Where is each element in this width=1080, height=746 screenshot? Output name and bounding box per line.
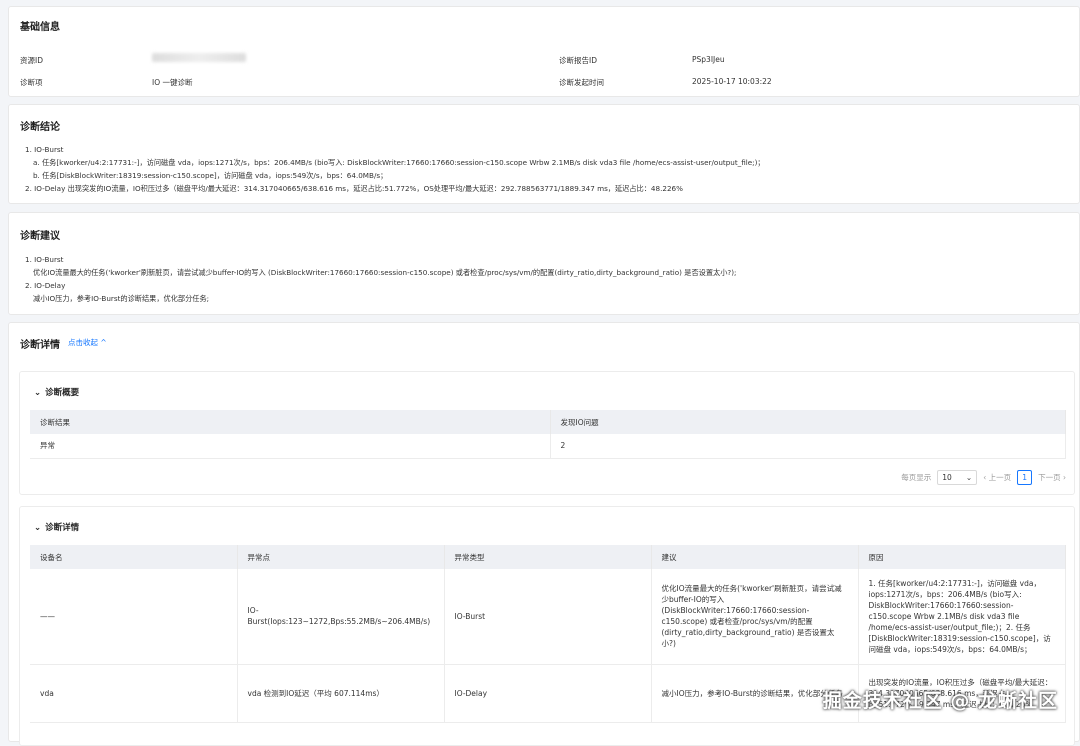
page-size-value: 10	[942, 473, 952, 482]
column-header: 异常类型	[444, 545, 651, 569]
column-header: 诊断结果	[30, 410, 550, 434]
conclusion-lines: 1. IO-Burst a. 任务[kworker/u4:2:17731:-]，…	[25, 143, 1069, 195]
table-row: —— IO-Burst(Iops:123~1272,Bps:55.2MB/s~2…	[30, 569, 1066, 664]
details-header[interactable]: ⌄ 诊断详情	[34, 521, 79, 533]
page-size-label: 每页显示	[901, 472, 931, 483]
diag-item-value: IO 一键诊断	[152, 77, 193, 88]
conclusion-line: b. 任务[DiskBlockWriter:18319:session-c150…	[25, 169, 1069, 182]
next-page-button[interactable]: 下一页 ›	[1038, 472, 1066, 483]
table-cell: IO-Burst(Iops:123~1272,Bps:55.2MB/s~206.…	[237, 569, 444, 664]
advice-card: 诊断建议 1. IO-Burst 优化IO流量最大的任务('kworker'刷新…	[8, 212, 1080, 315]
table-cell: 异常	[30, 434, 550, 458]
overview-header[interactable]: ⌄ 诊断概要	[34, 386, 79, 398]
advice-line: 1. IO-Burst	[25, 253, 1069, 266]
table-cell: 1. 任务[kworker/u4:2:17731:-]，访问磁盘 vda，iop…	[858, 569, 1066, 664]
conclusion-line: 2. IO-Delay 出现突发的IO流量，IO积压过多（磁盘平均/最大延迟：3…	[25, 182, 1069, 195]
conclusion-line: 1. IO-Burst	[25, 143, 1069, 156]
collapse-link[interactable]: 点击收起 ^	[68, 337, 107, 348]
overview-title: 诊断概要	[45, 388, 79, 398]
overview-panel: ⌄ 诊断概要 诊断结果 发现IO问题 异常 2 每页显示 10 ⌄ ‹ 上一页 1 …	[19, 371, 1075, 495]
column-header: 建议	[651, 545, 858, 569]
watermark: 掘金技术社区 @ 龙蜥社区	[823, 686, 1058, 713]
basic-info-title: 基础信息	[20, 18, 60, 33]
advice-line: 2. IO-Delay	[25, 279, 1069, 292]
details-table-title: 诊断详情	[45, 523, 79, 533]
table-cell: 2	[550, 434, 1066, 458]
prev-label: 上一页	[989, 473, 1012, 482]
details-card: 诊断详情 点击收起 ^ ⌄ 诊断概要 诊断结果 发现IO问题 异常 2 每页显示 …	[8, 322, 1080, 742]
start-time-value: 2025-10-17 10:03:22	[692, 77, 772, 86]
page-1-button[interactable]: 1	[1017, 470, 1032, 485]
table-cell: IO-Delay	[444, 664, 651, 722]
column-header: 异常点	[237, 545, 444, 569]
prev-page-button[interactable]: ‹ 上一页	[983, 472, 1011, 483]
details-title: 诊断详情	[20, 336, 60, 351]
overview-table: 诊断结果 发现IO问题 异常 2	[30, 410, 1066, 459]
basic-info-card: 基础信息 资源ID 诊断项 IO 一键诊断 诊断报告ID PSp3IJeu 诊断…	[8, 6, 1080, 97]
table-cell: vda	[30, 664, 237, 722]
conclusion-line: a. 任务[kworker/u4:2:17731:-]，访问磁盘 vda，iop…	[25, 156, 1069, 169]
chevron-down-icon: ⌄	[34, 523, 41, 533]
conclusion-card: 诊断结论 1. IO-Burst a. 任务[kworker/u4:2:1773…	[8, 104, 1080, 204]
conclusion-title: 诊断结论	[20, 118, 60, 133]
report-id-value: PSp3IJeu	[692, 55, 725, 64]
start-time-label: 诊断发起时间	[559, 77, 604, 88]
column-header: 发现IO问题	[550, 410, 1066, 434]
table-row: 异常 2	[30, 434, 1066, 458]
table-cell: IO-Burst	[444, 569, 651, 664]
advice-line: 减小IO压力，参考IO-Burst的诊断结果，优化部分任务;	[25, 292, 1069, 305]
column-header: 设备名	[30, 545, 237, 569]
advice-lines: 1. IO-Burst 优化IO流量最大的任务('kworker'刷新脏页，请尝…	[25, 253, 1069, 305]
pagination: 每页显示 10 ⌄ ‹ 上一页 1 下一页 ›	[901, 470, 1066, 485]
advice-line: 优化IO流量最大的任务('kworker'刷新脏页，请尝试减少buffer-IO…	[25, 266, 1069, 279]
diag-item-label: 诊断项	[20, 77, 43, 88]
resource-id-value	[152, 53, 246, 64]
chevron-down-icon: ⌄	[966, 473, 972, 482]
advice-title: 诊断建议	[20, 227, 60, 242]
report-id-label: 诊断报告ID	[559, 55, 597, 66]
chevron-down-icon: ⌄	[34, 388, 41, 398]
table-cell: ——	[30, 569, 237, 664]
table-cell: vda 检测到IO延迟（平均 607.114ms）	[237, 664, 444, 722]
page-size-select[interactable]: 10 ⌄	[937, 470, 977, 485]
next-label: 下一页	[1038, 473, 1061, 482]
resource-id-label: 资源ID	[20, 55, 43, 66]
table-cell: 优化IO流量最大的任务('kworker'刷新脏页，请尝试减少buffer-IO…	[651, 569, 858, 664]
column-header: 原因	[858, 545, 1066, 569]
